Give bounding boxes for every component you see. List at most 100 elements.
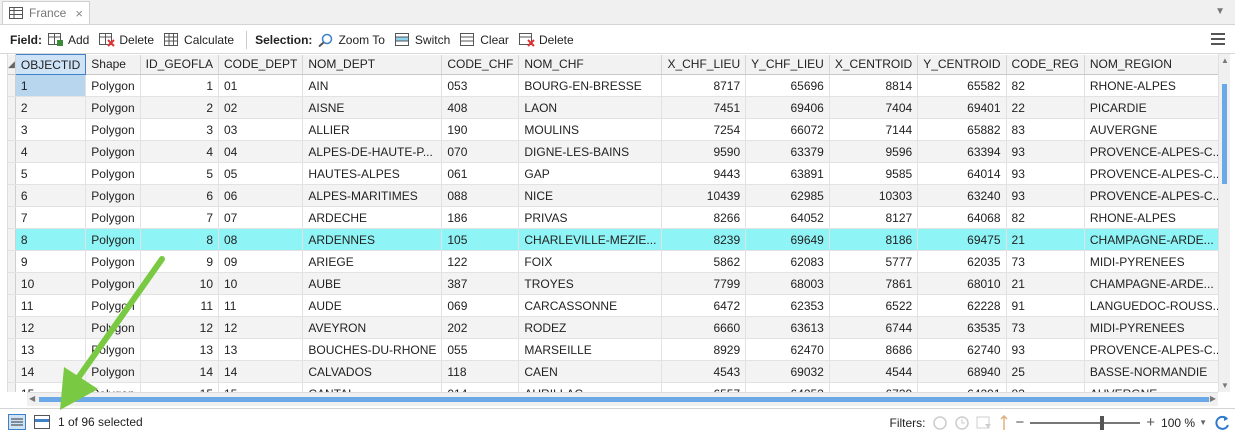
table-cell[interactable]: 04 — [218, 140, 304, 163]
column-header-code_dept[interactable]: CODE_DEPT — [218, 54, 304, 75]
table-cell[interactable]: 8 — [140, 228, 220, 251]
table-row[interactable]: 12 Polygon 12 12 AVEYRON 202 RODEZ 6660 63613 674… — [8, 316, 1218, 339]
table-cell[interactable]: 02 — [218, 96, 304, 119]
table-cell[interactable]: 4 — [140, 140, 220, 163]
table-cell[interactable]: 01 — [218, 74, 304, 97]
table-cell[interactable]: 06 — [218, 184, 304, 207]
table-cell[interactable]: 5862 — [661, 250, 747, 273]
table-row[interactable]: 9 Polygon 9 09 ARIEGE 122 FOIX 5862 62083 5777 620… — [8, 250, 1218, 273]
table-cell[interactable]: 69032 — [745, 360, 830, 383]
table-cell[interactable]: 66072 — [745, 118, 830, 141]
table-cell[interactable]: 7144 — [829, 118, 919, 141]
table-cell[interactable]: Polygon — [85, 360, 141, 383]
table-cell[interactable]: 7 — [15, 206, 87, 229]
row-header[interactable] — [8, 74, 16, 97]
table-cell[interactable]: 9 — [15, 250, 87, 273]
table-cell[interactable]: 73 — [1006, 316, 1085, 339]
table-cell[interactable]: 2 — [140, 96, 220, 119]
table-cell[interactable]: 7861 — [829, 272, 919, 295]
table-row[interactable]: 1 Polygon 1 01 AIN 053 BOURG-EN-BRESSE 8717 6569… — [8, 74, 1218, 97]
table-cell[interactable]: CANTAL — [302, 382, 443, 392]
table-cell[interactable]: 65882 — [917, 118, 1007, 141]
table-cell[interactable]: AUVERGNE — [1084, 118, 1218, 141]
table-cell[interactable]: 69406 — [745, 96, 830, 119]
table-cell[interactable]: RHONE-ALPES — [1084, 206, 1218, 229]
table-cell[interactable]: 15 — [15, 382, 87, 392]
table-cell[interactable]: 6 — [15, 184, 87, 207]
table-cell[interactable]: 64068 — [917, 206, 1007, 229]
table-cell[interactable]: 055 — [441, 338, 520, 361]
table-cell[interactable]: 07 — [218, 206, 304, 229]
table-row[interactable]: 11 Polygon 11 11 AUDE 069 CARCASSONNE 6472 62353… — [8, 294, 1218, 317]
table-cell[interactable]: 8686 — [829, 338, 919, 361]
table-cell[interactable]: 63535 — [917, 316, 1007, 339]
menu-icon[interactable] — [1211, 33, 1225, 48]
table-cell[interactable]: 4544 — [829, 360, 919, 383]
table-cell[interactable]: 6557 — [661, 382, 747, 392]
table-cell[interactable]: 82 — [1006, 206, 1085, 229]
column-header-nom_region[interactable]: NOM_REGION — [1084, 54, 1218, 75]
table-cell[interactable]: 4 — [15, 140, 87, 163]
filter-time-icon[interactable] — [954, 415, 970, 431]
table-cell[interactable]: 088 — [441, 184, 520, 207]
scroll-down-icon[interactable]: ▼ — [1221, 381, 1229, 390]
table-cell[interactable]: 5 — [140, 162, 220, 185]
table-cell[interactable]: 62470 — [745, 338, 830, 361]
table-cell[interactable]: CHAMPAGNE-ARDE... — [1084, 272, 1218, 295]
table-cell[interactable]: 5 — [15, 162, 87, 185]
table-cell[interactable]: ARDENNES — [302, 228, 443, 251]
table-cell[interactable]: Polygon — [85, 316, 141, 339]
row-header[interactable] — [8, 382, 16, 392]
chevron-down-icon[interactable]: ▼ — [1215, 6, 1225, 17]
table-cell[interactable]: AURILLAC — [518, 382, 663, 392]
table-cell[interactable]: 21 — [1006, 228, 1085, 251]
table-cell[interactable]: RHONE-ALPES — [1084, 74, 1218, 97]
sort-corner[interactable]: ◢ — [8, 54, 16, 75]
clear-selection-button[interactable]: Clear — [460, 32, 509, 47]
show-all-records-icon[interactable] — [8, 414, 26, 430]
table-cell[interactable]: 6744 — [829, 316, 919, 339]
table-cell[interactable]: ALPES-DE-HAUTE-P... — [302, 140, 443, 163]
table-cell[interactable]: 12 — [140, 316, 220, 339]
table-cell[interactable]: ALPES-MARITIMES — [302, 184, 443, 207]
table-cell[interactable]: Polygon — [85, 338, 141, 361]
table-cell[interactable]: 6 — [140, 184, 220, 207]
zoom-level-select[interactable]: 100 % ▼ — [1161, 416, 1207, 430]
table-cell[interactable]: 63394 — [917, 140, 1007, 163]
filter-table-icon[interactable] — [976, 415, 992, 431]
table-cell[interactable]: Polygon — [85, 272, 141, 295]
table-cell[interactable]: 12 — [218, 316, 304, 339]
table-row[interactable]: 6 Polygon 6 06 ALPES-MARITIMES 088 NICE 10439 62… — [8, 184, 1218, 207]
table-cell[interactable]: BOUCHES-DU-RHONE — [302, 338, 443, 361]
table-cell[interactable]: 63379 — [745, 140, 830, 163]
table-cell[interactable]: 8266 — [661, 206, 747, 229]
table-cell[interactable]: 387 — [441, 272, 520, 295]
table-cell[interactable]: 22 — [1006, 96, 1085, 119]
table-cell[interactable]: 13 — [140, 338, 220, 361]
table-cell[interactable]: 73 — [1006, 250, 1085, 273]
table-cell[interactable]: 68940 — [917, 360, 1007, 383]
column-header-x_centroid[interactable]: X_CENTROID — [829, 54, 919, 75]
table-cell[interactable]: 13 — [15, 338, 87, 361]
table-cell[interactable]: ARIEGE — [302, 250, 443, 273]
filter-range-icon[interactable] — [998, 414, 1010, 431]
table-cell[interactable]: 069 — [441, 294, 520, 317]
table-cell[interactable]: ALLIER — [302, 118, 443, 141]
table-cell[interactable]: PRIVAS — [518, 206, 663, 229]
table-cell[interactable]: 64252 — [745, 382, 830, 392]
table-cell[interactable]: 93 — [1006, 140, 1085, 163]
table-cell[interactable]: 11 — [140, 294, 220, 317]
table-cell[interactable]: HAUTES-ALPES — [302, 162, 443, 185]
table-cell[interactable]: 62985 — [745, 184, 830, 207]
close-icon[interactable]: × — [75, 6, 83, 21]
zoom-out-button[interactable]: − — [1016, 414, 1025, 431]
table-cell[interactable]: 63240 — [917, 184, 1007, 207]
table-cell[interactable]: 190 — [441, 118, 520, 141]
table-row[interactable]: 14 Polygon 14 14 CALVADOS 118 CAEN 4543 69032 454… — [8, 360, 1218, 383]
table-cell[interactable]: 14 — [140, 360, 220, 383]
table-cell[interactable]: MIDI-PYRENEES — [1084, 316, 1218, 339]
column-header-y_chf_lieu[interactable]: Y_CHF_LIEU — [745, 54, 830, 75]
table-cell[interactable]: 62353 — [745, 294, 830, 317]
table-cell[interactable]: 9443 — [661, 162, 747, 185]
table-cell[interactable]: PROVENCE-ALPES-C... — [1084, 184, 1218, 207]
